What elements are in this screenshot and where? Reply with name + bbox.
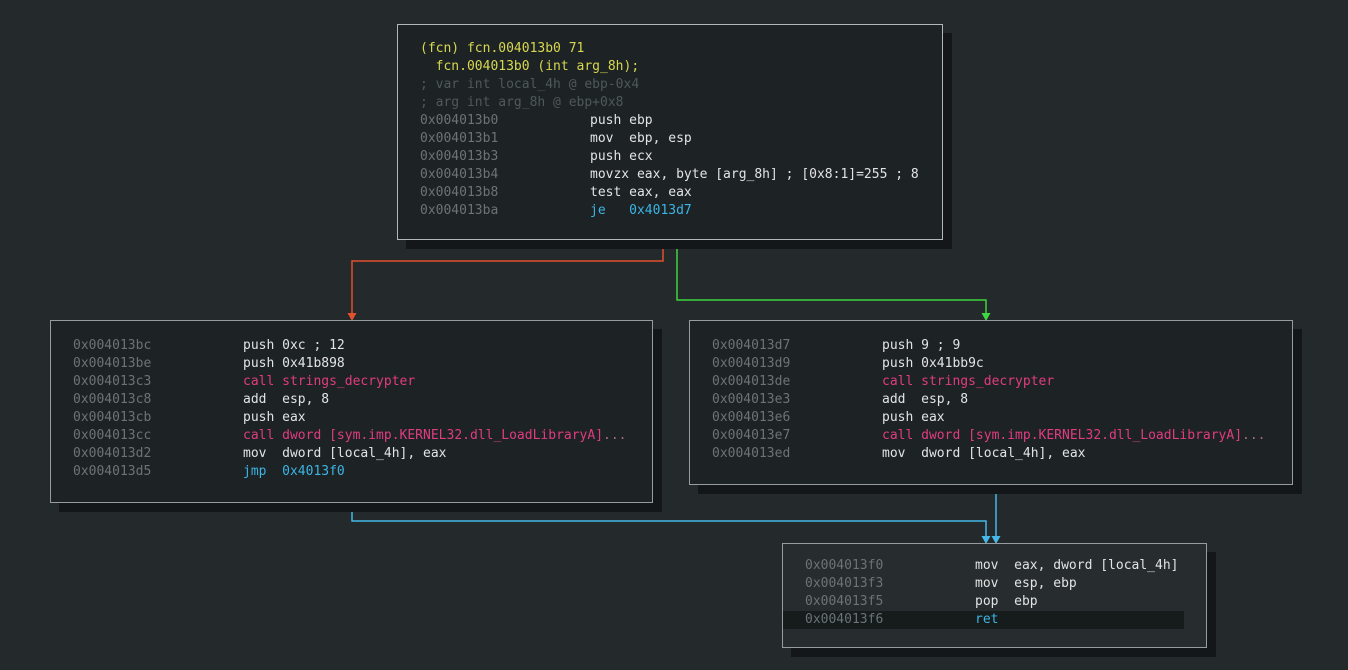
- instruction-text: call strings_decrypter: [882, 374, 1054, 389]
- asm-row[interactable]: 0x004013b3push ecx: [398, 148, 942, 166]
- instruction-text: test eax, eax: [590, 185, 692, 200]
- instruction-text: call strings_decrypter: [243, 374, 415, 389]
- instruction-text: push ecx: [590, 149, 653, 164]
- instruction-text: push eax: [243, 410, 306, 425]
- asm-row[interactable]: 0x004013edmov dword [local_4h], eax: [690, 445, 1292, 463]
- asm-row[interactable]: ; arg int arg_8h @ ebp+0x8: [398, 94, 942, 112]
- instruction-text: mov ebp, esp: [590, 131, 692, 146]
- asm-row[interactable]: 0x004013f0mov eax, dword [local_4h]: [783, 557, 1206, 575]
- instruction-text: mov dword [local_4h], eax: [243, 446, 447, 461]
- instruction-text: ...: [1242, 428, 1265, 443]
- instruction-address: 0x004013bc: [73, 337, 243, 355]
- asm-row[interactable]: 0x004013decall strings_decrypter: [690, 373, 1292, 391]
- false-branch-edge: [352, 240, 663, 313]
- basic-block-entry-0x004013b0[interactable]: (fcn) fcn.004013b0 71 fcn.004013b0 (int …: [397, 24, 943, 240]
- instruction-text: call dword [sym.imp.KERNEL32.dll_LoadLib…: [882, 428, 1242, 443]
- instruction-address: 0x004013cc: [73, 427, 243, 445]
- asm-row[interactable]: 0x004013c3call strings_decrypter: [51, 373, 652, 391]
- instruction-address: 0x004013c3: [73, 373, 243, 391]
- instruction-text: ...: [603, 428, 626, 443]
- instruction-text: (fcn) fcn.004013b0 71: [420, 41, 584, 56]
- instruction-text: add esp, 8: [882, 392, 968, 407]
- instruction-address: 0x004013f5: [805, 593, 975, 611]
- asm-row[interactable]: 0x004013b4movzx eax, byte [arg_8h] ; [0x…: [398, 166, 942, 184]
- asm-row[interactable]: 0x004013c8add esp, 8: [51, 391, 652, 409]
- asm-row[interactable]: 0x004013b0push ebp: [398, 112, 942, 130]
- instruction-address: 0x004013c8: [73, 391, 243, 409]
- instruction-address: 0x004013de: [712, 373, 882, 391]
- instruction-address: 0x004013ba: [420, 202, 590, 220]
- basic-block-0x004013bc[interactable]: 0x004013bcpush 0xc ; 120x004013bepush 0x…: [50, 320, 653, 503]
- asm-row[interactable]: 0x004013bepush 0x41b898: [51, 355, 652, 373]
- asm-row[interactable]: 0x004013d9push 0x41bb9c: [690, 355, 1292, 373]
- instruction-text: call dword [sym.imp.KERNEL32.dll_LoadLib…: [243, 428, 603, 443]
- instruction-text: jmp 0x4013f0: [243, 464, 345, 479]
- instruction-address: 0x004013e7: [712, 427, 882, 445]
- instruction-address: 0x004013b4: [420, 166, 590, 184]
- instruction-text: ; var int local_4h @ ebp-0x4: [420, 77, 639, 92]
- instruction-address: 0x004013d7: [712, 337, 882, 355]
- instruction-text: add esp, 8: [243, 392, 329, 407]
- asm-row-selected[interactable]: 0x004013f6ret: [783, 611, 1184, 629]
- basic-block-exit-0x004013f0[interactable]: 0x004013f0mov eax, dword [local_4h]0x004…: [782, 543, 1207, 648]
- instruction-address: 0x004013cb: [73, 409, 243, 427]
- asm-row[interactable]: 0x004013e7call dword [sym.imp.KERNEL32.d…: [690, 427, 1292, 445]
- asm-row[interactable]: 0x004013b1mov ebp, esp: [398, 130, 942, 148]
- instruction-address: 0x004013ed: [712, 445, 882, 463]
- asm-row[interactable]: 0x004013baje 0x4013d7: [398, 202, 942, 220]
- instruction-address: 0x004013e6: [712, 409, 882, 427]
- instruction-text: mov eax, dword [local_4h]: [975, 558, 1179, 573]
- instruction-address: 0x004013be: [73, 355, 243, 373]
- instruction-address: 0x004013d5: [73, 463, 243, 481]
- instruction-text: push eax: [882, 410, 945, 425]
- asm-row[interactable]: 0x004013d5jmp 0x4013f0: [51, 463, 652, 481]
- instruction-address: 0x004013b1: [420, 130, 590, 148]
- instruction-text: ret: [975, 612, 998, 627]
- instruction-text: je 0x4013d7: [590, 203, 692, 218]
- instruction-text: push ebp: [590, 113, 653, 128]
- instruction-text: pop ebp: [975, 594, 1038, 609]
- asm-row[interactable]: (fcn) fcn.004013b0 71: [398, 40, 942, 58]
- instruction-address: 0x004013d2: [73, 445, 243, 463]
- asm-row[interactable]: 0x004013e3add esp, 8: [690, 391, 1292, 409]
- graph-canvas[interactable]: (fcn) fcn.004013b0 71 fcn.004013b0 (int …: [0, 0, 1348, 670]
- instruction-address: 0x004013f3: [805, 575, 975, 593]
- instruction-text: ; arg int arg_8h @ ebp+0x8: [420, 95, 624, 110]
- jmp-edge: [352, 503, 986, 536]
- instruction-text: mov esp, ebp: [975, 576, 1077, 591]
- instruction-text: fcn.004013b0 (int arg_8h);: [420, 59, 639, 74]
- asm-row[interactable]: 0x004013cbpush eax: [51, 409, 652, 427]
- instruction-address: 0x004013b0: [420, 112, 590, 130]
- asm-row[interactable]: 0x004013e6push eax: [690, 409, 1292, 427]
- instruction-address: 0x004013d9: [712, 355, 882, 373]
- true-branch-edge: [677, 240, 986, 313]
- asm-row[interactable]: fcn.004013b0 (int arg_8h);: [398, 58, 942, 76]
- instruction-text: movzx eax, byte [arg_8h] ; [0x8:1]=255 ;…: [590, 167, 919, 182]
- instruction-address: 0x004013e3: [712, 391, 882, 409]
- asm-row[interactable]: 0x004013f3mov esp, ebp: [783, 575, 1206, 593]
- asm-row[interactable]: 0x004013cccall dword [sym.imp.KERNEL32.d…: [51, 427, 652, 445]
- asm-row[interactable]: 0x004013f5pop ebp: [783, 593, 1206, 611]
- asm-row[interactable]: 0x004013d2mov dword [local_4h], eax: [51, 445, 652, 463]
- instruction-address: 0x004013b3: [420, 148, 590, 166]
- instruction-address: 0x004013b8: [420, 184, 590, 202]
- instruction-text: push 0x41bb9c: [882, 356, 984, 371]
- instruction-text: push 0x41b898: [243, 356, 345, 371]
- asm-row[interactable]: 0x004013b8test eax, eax: [398, 184, 942, 202]
- asm-row[interactable]: 0x004013bcpush 0xc ; 12: [51, 337, 652, 355]
- asm-row[interactable]: 0x004013d7push 9 ; 9: [690, 337, 1292, 355]
- asm-row[interactable]: ; var int local_4h @ ebp-0x4: [398, 76, 942, 94]
- basic-block-0x004013d7[interactable]: 0x004013d7push 9 ; 90x004013d9push 0x41b…: [689, 320, 1293, 485]
- instruction-text: push 9 ; 9: [882, 338, 960, 353]
- instruction-address: 0x004013f0: [805, 557, 975, 575]
- instruction-text: push 0xc ; 12: [243, 338, 345, 353]
- instruction-address: 0x004013f6: [805, 611, 975, 629]
- instruction-text: mov dword [local_4h], eax: [882, 446, 1086, 461]
